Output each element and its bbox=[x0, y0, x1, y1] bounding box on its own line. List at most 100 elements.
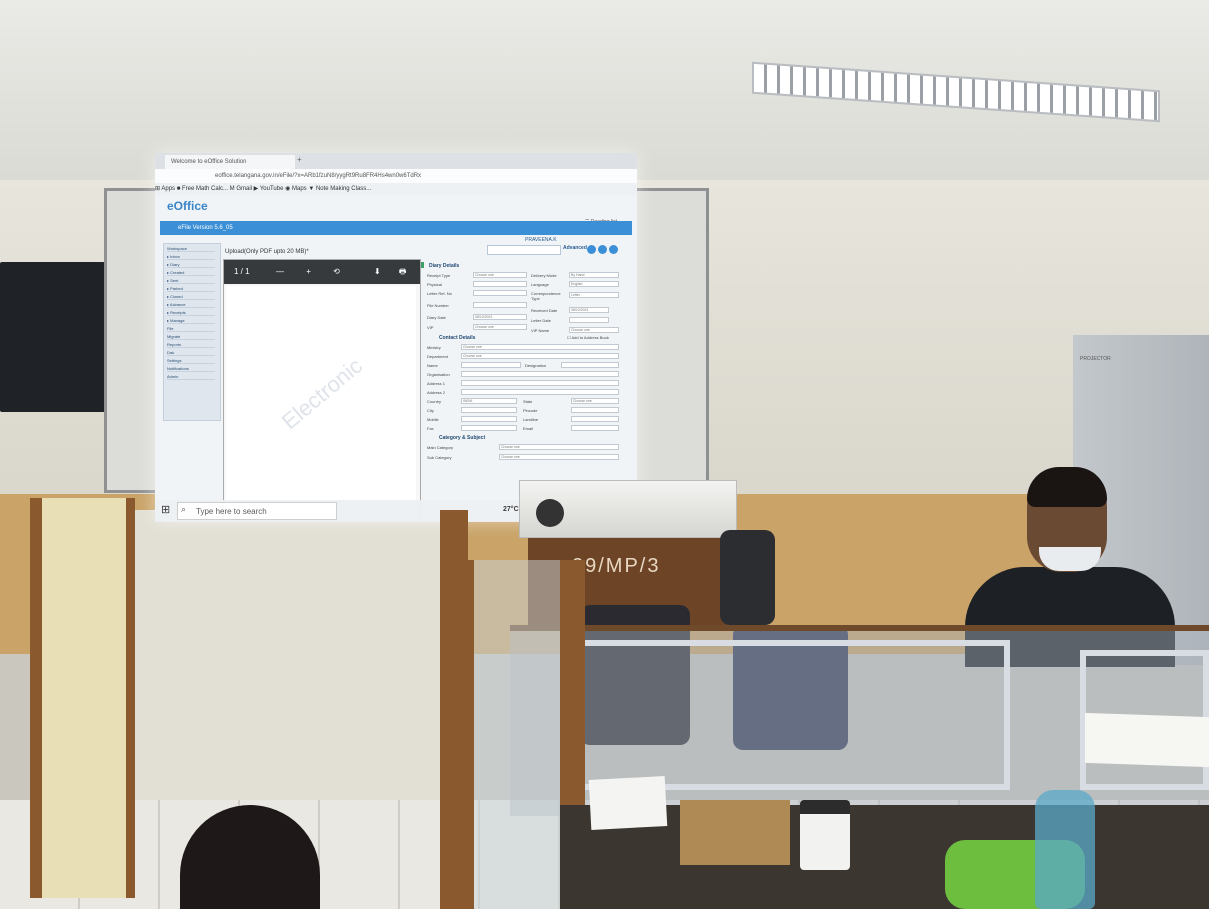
white-board-sheet bbox=[1085, 712, 1209, 768]
contact-section-title: Contact Details bbox=[439, 335, 476, 341]
advanced-search-link[interactable]: Advanced bbox=[563, 245, 587, 251]
name-field[interactable] bbox=[461, 362, 521, 368]
vip-name-select[interactable]: Choose one bbox=[569, 327, 619, 333]
letter-ref-field[interactable] bbox=[473, 290, 527, 296]
cabinet-label: PROJECTOR bbox=[1080, 356, 1111, 362]
sidebar-item[interactable]: Admin bbox=[167, 374, 215, 380]
field-label: Mobile bbox=[427, 417, 439, 422]
field-label: Diary Date bbox=[427, 315, 446, 320]
upload-title: Upload(Only PDF upto 20 MB)* bbox=[225, 249, 309, 255]
face-mask bbox=[1039, 547, 1101, 571]
sidebar-item[interactable]: Reports bbox=[167, 342, 215, 348]
delivery-mode-select[interactable]: By Hand bbox=[569, 272, 619, 278]
sidebar-item[interactable]: ▸ Advance bbox=[167, 302, 215, 308]
diary-date-field[interactable]: 08/10/2021 bbox=[473, 314, 527, 320]
physical-field[interactable] bbox=[473, 281, 527, 287]
sidebar-item[interactable]: Settings bbox=[167, 358, 215, 364]
state-select[interactable]: Choose one bbox=[571, 398, 619, 404]
field-label: Pincode bbox=[523, 408, 538, 413]
mobile-field[interactable] bbox=[461, 416, 517, 422]
field-label: State bbox=[523, 399, 533, 404]
field-label: File Number bbox=[427, 303, 449, 308]
wall-tv bbox=[0, 262, 105, 412]
glass-frame bbox=[560, 640, 1010, 790]
taskbar-search-input[interactable]: Type here to search bbox=[177, 502, 337, 520]
field-label: Fax bbox=[427, 426, 434, 431]
field-label: Ministry bbox=[427, 345, 441, 350]
zoom-tools[interactable]: — + ⟲ bbox=[276, 260, 350, 284]
pdf-viewer[interactable]: 1 / 1 — + ⟲ ⬇ 🖶 ⋮ Electronic bbox=[223, 259, 421, 521]
field-label: Physical bbox=[427, 282, 442, 287]
department-select[interactable]: Choose one bbox=[461, 353, 619, 359]
stand-label: 29/MP/3 bbox=[572, 555, 661, 577]
backpack bbox=[720, 530, 775, 625]
email-field[interactable] bbox=[571, 425, 619, 431]
field-label: Address 2 bbox=[427, 390, 446, 395]
projector bbox=[519, 480, 737, 538]
designation-field[interactable] bbox=[561, 362, 619, 368]
sidebar-item[interactable]: File bbox=[167, 326, 215, 332]
received-date-field[interactable]: 08/10/2021 bbox=[569, 307, 609, 313]
field-label: Main Category bbox=[427, 445, 454, 450]
main-category-select[interactable]: Choose one bbox=[499, 444, 619, 450]
field-label: Letter Date bbox=[531, 318, 551, 323]
field-label: Delivery Mode bbox=[531, 273, 557, 278]
sidebar-item[interactable]: ▸ Created bbox=[167, 270, 215, 276]
projected-screen: Welcome to eOffice Solution + eoffice.te… bbox=[155, 153, 637, 521]
sidebar-item[interactable]: ▸ Diary bbox=[167, 262, 215, 268]
vip-select[interactable]: Choose one bbox=[473, 324, 527, 330]
sidebar-item[interactable]: ▸ Parked bbox=[167, 286, 215, 292]
letter-date-field[interactable] bbox=[569, 317, 609, 323]
field-label: VIP bbox=[427, 325, 434, 330]
correspondence-type-select[interactable]: Letter bbox=[569, 292, 619, 298]
address-bar[interactable]: eoffice.telangana.gov.in/eFile/?x=ARb1fz… bbox=[155, 169, 637, 183]
logout-icon[interactable] bbox=[609, 245, 618, 254]
receipt-type-select[interactable]: Choose one bbox=[473, 272, 527, 278]
windows-start-icon[interactable]: ⊞ bbox=[161, 503, 170, 516]
fax-field[interactable] bbox=[461, 425, 517, 431]
address2-field[interactable] bbox=[461, 389, 619, 395]
address-book-checkbox[interactable]: ☐ Add to Address Book bbox=[567, 335, 609, 340]
pincode-field[interactable] bbox=[571, 407, 619, 413]
organisation-field[interactable] bbox=[461, 371, 619, 377]
document-tray bbox=[680, 800, 790, 865]
pdf-page: Electronic bbox=[226, 286, 416, 521]
home-icon[interactable] bbox=[587, 245, 596, 254]
sidebar-item[interactable]: ▸ Receipts bbox=[167, 310, 215, 316]
field-label: Received Date bbox=[531, 308, 558, 313]
browser-tab[interactable]: Welcome to eOffice Solution bbox=[165, 155, 295, 169]
bookmarks-bar[interactable]: ⊞ Apps ■ Free Math Calc... M Gmail ▶ You… bbox=[155, 183, 637, 195]
help-icon[interactable] bbox=[598, 245, 607, 254]
field-label: Language bbox=[531, 282, 549, 287]
ministry-select[interactable]: Choose one bbox=[461, 344, 619, 350]
sidebar-item[interactable]: Migrate bbox=[167, 334, 215, 340]
file-number-field[interactable] bbox=[473, 302, 527, 308]
sidebar-item[interactable]: ▸ Closed bbox=[167, 294, 215, 300]
user-name[interactable]: PRAVEENA.K bbox=[525, 237, 557, 243]
sidebar-item[interactable]: Dak bbox=[167, 350, 215, 356]
browser-tabbar: Welcome to eOffice Solution + bbox=[155, 153, 637, 169]
field-label: Receipt Type bbox=[427, 273, 451, 278]
person-hair bbox=[1027, 467, 1107, 507]
address1-field[interactable] bbox=[461, 380, 619, 386]
pdf-toolbar: 1 / 1 — + ⟲ ⬇ 🖶 ⋮ bbox=[224, 260, 420, 300]
city-field[interactable] bbox=[461, 407, 517, 413]
landline-field[interactable] bbox=[571, 416, 619, 422]
sidebar-item[interactable]: Notifications bbox=[167, 366, 215, 372]
sidebar-item[interactable]: ▸ Manage bbox=[167, 318, 215, 324]
weather-temperature[interactable]: 27°C bbox=[503, 506, 519, 513]
language-select[interactable]: English bbox=[569, 281, 619, 287]
water-bottle bbox=[1035, 790, 1095, 909]
search-input[interactable] bbox=[487, 245, 561, 255]
country-select[interactable]: INDIA bbox=[461, 398, 517, 404]
new-tab-button[interactable]: + bbox=[297, 155, 302, 164]
sidebar-item[interactable]: Workspace bbox=[167, 246, 215, 252]
sub-category-select[interactable]: Choose one bbox=[499, 454, 619, 460]
field-label: Sub Category bbox=[427, 455, 452, 460]
cubicle-partition bbox=[30, 498, 135, 898]
category-section-title: Category & Subject bbox=[439, 435, 486, 441]
sidebar-item[interactable]: ▸ Sent bbox=[167, 278, 215, 284]
field-label: Designation bbox=[525, 363, 547, 368]
field-label: Letter Ref. No bbox=[427, 291, 452, 296]
sidebar-item[interactable]: ▸ Inbox bbox=[167, 254, 215, 260]
